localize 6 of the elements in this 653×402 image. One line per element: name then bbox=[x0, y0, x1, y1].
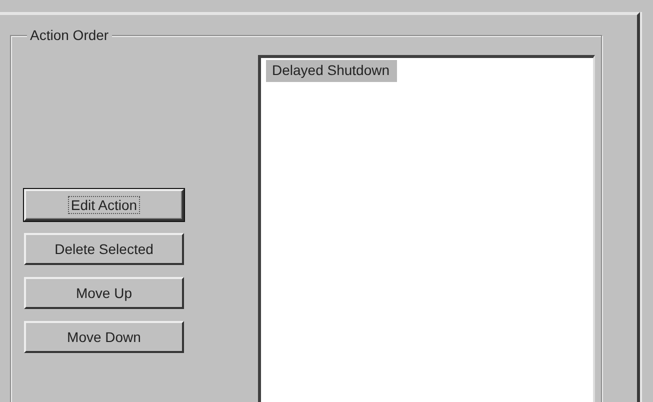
action-button[interactable]: Delete Selected bbox=[24, 233, 184, 265]
action-button[interactable]: Move Up bbox=[24, 277, 184, 309]
action-button[interactable]: Edit Action bbox=[24, 189, 184, 221]
action-button[interactable]: Move Down bbox=[24, 321, 184, 353]
list-box[interactable]: Delayed Shutdown bbox=[258, 55, 595, 402]
list-item[interactable]: Delayed Shutdown bbox=[266, 60, 397, 82]
